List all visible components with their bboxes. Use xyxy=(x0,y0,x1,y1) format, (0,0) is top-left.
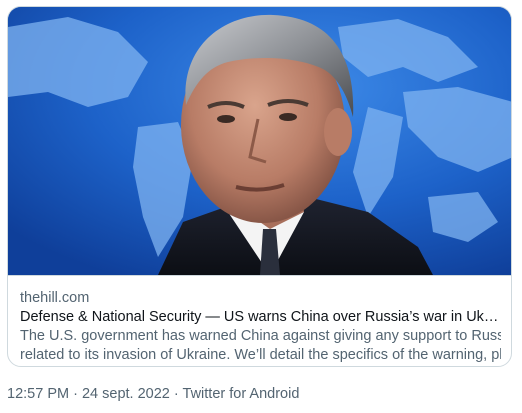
tweet-time[interactable]: 12:57 PM xyxy=(7,386,69,402)
card-description: The U.S. government has warned China aga… xyxy=(20,327,501,365)
card-text[interactable]: thehill.com Defense & National Security … xyxy=(8,275,511,366)
news-photo xyxy=(8,7,511,275)
card-domain: thehill.com xyxy=(20,290,90,306)
link-preview-card[interactable]: thehill.com Defense & National Security … xyxy=(7,6,512,367)
tweet-source[interactable]: Twitter for Android xyxy=(183,386,300,402)
card-description-line-1: The U.S. government has warned China aga… xyxy=(20,328,501,344)
card-image[interactable] xyxy=(8,7,511,275)
meta-separator: · xyxy=(73,386,78,402)
card-headline[interactable]: Defense & National Security — US warns C… xyxy=(20,308,501,327)
tweet-date[interactable]: 24 sept. 2022 xyxy=(82,386,170,402)
meta-separator: · xyxy=(173,386,179,402)
tweet-metadata: 12:57 PM · 24 sept. 2022 · Twitter for A… xyxy=(7,386,299,402)
card-description-line-2: related to its invasion of Ukraine. We’l… xyxy=(20,347,501,363)
